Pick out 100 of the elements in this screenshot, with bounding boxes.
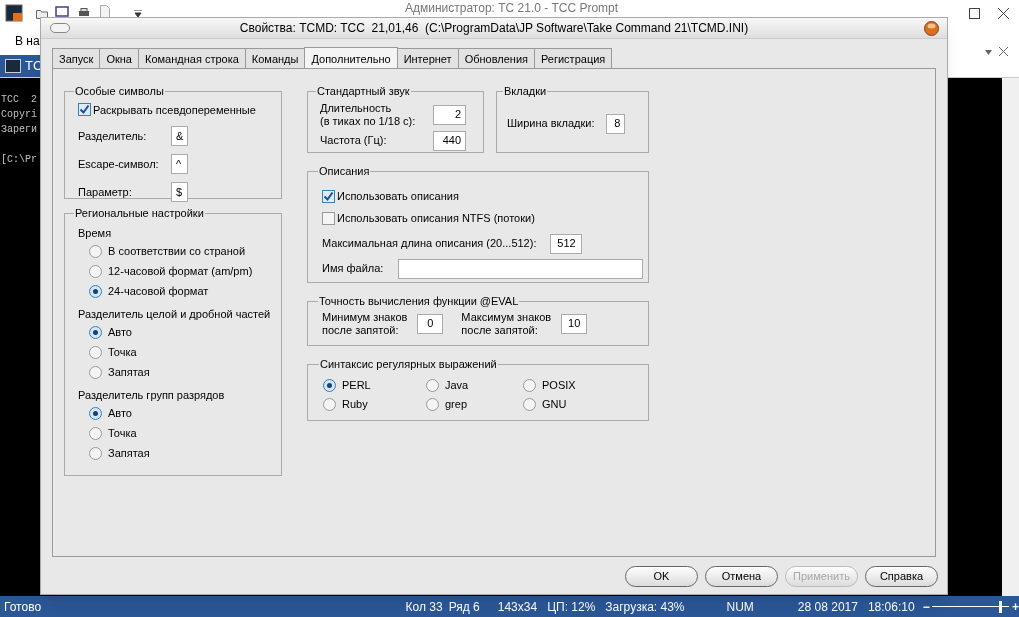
- radio-label: 24-часовой формат: [108, 284, 209, 300]
- field-label: Длительность (в тиках по 1/18 с):: [320, 101, 416, 128]
- tab[interactable]: Интернет: [396, 48, 459, 68]
- input-field[interactable]: 8: [606, 113, 626, 134]
- window-title: Администратор: TC 21.0 - TCC Prompt: [405, 1, 619, 15]
- checkbox-label: Использовать описания: [337, 189, 459, 205]
- tab[interactable]: Регистрация: [534, 48, 613, 68]
- input-field[interactable]: $: [171, 182, 188, 202]
- radio-button[interactable]: [89, 447, 102, 460]
- radio-label: Запятая: [108, 446, 150, 462]
- radio-button[interactable]: [89, 407, 102, 420]
- status-item: Загрузка: 43%: [605, 598, 685, 616]
- dialog-button[interactable]: Справка: [865, 566, 938, 587]
- field-label: Escape-символ:: [78, 156, 160, 172]
- radio-label: Java: [445, 377, 469, 393]
- radio-label: В соответствии со страной: [108, 244, 246, 260]
- field-label: Параметр:: [78, 184, 133, 200]
- checkbox[interactable]: [322, 190, 335, 203]
- status-item: 28 08 2017: [797, 598, 858, 616]
- radio-label: 12-часовой формат (am/pm): [108, 264, 253, 280]
- radio-button[interactable]: [523, 397, 536, 411]
- dropdown-icon[interactable]: [134, 10, 142, 17]
- radio-button[interactable]: [89, 245, 102, 258]
- field-label: Минимум знаков после запятой:: [322, 310, 408, 337]
- input-field[interactable]: ^: [171, 154, 188, 174]
- radio-label: GNU: [542, 396, 567, 412]
- tab[interactable]: Команды: [244, 48, 306, 68]
- radio-label: Точка: [108, 426, 137, 442]
- dialog-button[interactable]: Отмена: [705, 566, 778, 587]
- radio-label: Авто: [108, 406, 132, 422]
- tab[interactable]: Командная строка: [138, 48, 246, 68]
- section-heading: Разделитель групп разрядов: [78, 387, 225, 403]
- input-field[interactable]: 0: [417, 313, 444, 334]
- close-icon[interactable]: [998, 8, 1009, 19]
- radio-label: PERL: [342, 377, 371, 393]
- input-field[interactable]: 440: [433, 130, 466, 151]
- radio-button[interactable]: [323, 378, 336, 392]
- radio-button[interactable]: [426, 378, 439, 392]
- group-title: Синтаксис регулярных выражений: [319, 357, 498, 372]
- console-line: TCC 2: [1, 93, 37, 107]
- window-menu-icon[interactable]: [50, 23, 70, 33]
- radio-label: Авто: [108, 325, 132, 341]
- tab[interactable]: Обновления: [457, 48, 535, 68]
- terminal-icon: [5, 59, 21, 73]
- group-title: Особые символы: [74, 84, 165, 99]
- field-label: Имя файла:: [322, 261, 384, 277]
- dialog-title: Свойства: TCMD: TCC 21,01,46 (C:\ProgramData\JP Software\Take Command 21\TCMD.INI): [239, 20, 749, 37]
- field-label: Максимум знаков после запятой:: [461, 310, 552, 337]
- tab[interactable]: Запуск: [52, 48, 101, 68]
- radio-button[interactable]: [89, 265, 102, 278]
- console-line: Copyri: [1, 108, 37, 122]
- status-item: ЦП: 12%: [547, 598, 596, 616]
- status-item: 18:06:10: [867, 598, 915, 616]
- section-heading: Время: [78, 225, 112, 241]
- radio-button[interactable]: [89, 326, 102, 339]
- radio-button[interactable]: [323, 397, 336, 411]
- input-field[interactable]: 2: [433, 104, 466, 125]
- radio-label: grep: [445, 396, 468, 412]
- tab[interactable]: Окна: [99, 48, 139, 68]
- group-title: Точность вычисления функции @EVAL: [318, 294, 520, 309]
- field-label: Ширина вкладки:: [507, 116, 595, 132]
- checkbox-label: Раскрывать псевдопеременные: [93, 102, 256, 118]
- tab[interactable]: Дополнительно: [304, 47, 398, 68]
- radio-label: Ruby: [342, 396, 368, 412]
- console-line: [C:\Pr: [1, 153, 37, 167]
- zoom-in-button[interactable]: +: [1012, 597, 1019, 616]
- zoom-slider[interactable]: [931, 600, 1009, 613]
- close-icon[interactable]: [924, 21, 939, 36]
- radio-button[interactable]: [89, 285, 102, 298]
- input-field[interactable]: 512: [550, 233, 583, 254]
- dialog-button[interactable]: OK: [625, 566, 698, 587]
- maximize-icon[interactable]: [969, 8, 980, 19]
- radio-button[interactable]: [89, 427, 102, 440]
- checkbox-label: Использовать описания NTFS (потоки): [337, 211, 535, 227]
- app-icon[interactable]: [5, 4, 23, 22]
- checkbox[interactable]: [78, 103, 91, 117]
- group-title: Вкладки: [503, 84, 548, 99]
- checkbox[interactable]: [322, 212, 335, 225]
- scrollbar[interactable]: [1002, 78, 1019, 596]
- dropdown-icon[interactable]: [985, 50, 992, 55]
- radio-button[interactable]: [523, 378, 536, 392]
- radio-button[interactable]: [89, 346, 102, 359]
- field-label: Максимальная длина описания (20...512):: [322, 236, 537, 252]
- zoom-out-button[interactable]: −: [922, 597, 930, 616]
- ribbon-tab[interactable]: В на: [15, 31, 40, 50]
- close-icon[interactable]: [999, 47, 1008, 56]
- radio-label: Точка: [108, 345, 137, 361]
- radio-button[interactable]: [89, 366, 102, 379]
- group-title: Описания: [318, 164, 371, 179]
- field-label: Разделитель:: [78, 128, 148, 144]
- slider-thumb[interactable]: [998, 600, 1002, 613]
- group-title: Региональные настройки: [74, 206, 205, 221]
- input-field[interactable]: [398, 258, 644, 279]
- input-field[interactable]: 10: [561, 313, 588, 334]
- status-item: 143x34: [497, 598, 538, 616]
- window-icon[interactable]: [55, 6, 69, 17]
- status-item: Ряд 6: [448, 598, 480, 616]
- printer-icon[interactable]: [78, 8, 90, 18]
- radio-button[interactable]: [426, 397, 439, 411]
- input-field[interactable]: &: [171, 126, 188, 146]
